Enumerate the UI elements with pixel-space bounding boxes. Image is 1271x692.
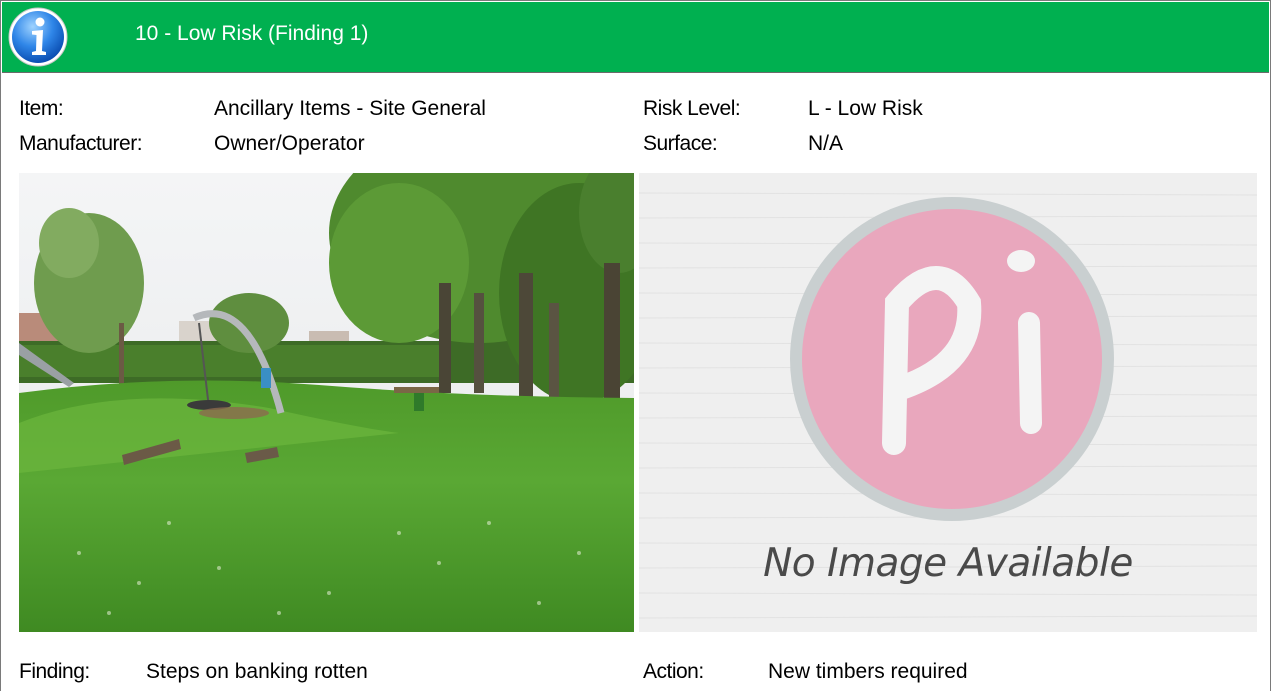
- surface-label: Surface:: [643, 132, 718, 155]
- item-value: Ancillary Items - Site General: [214, 97, 486, 120]
- finding-title: 10 - Low Risk (Finding 1): [135, 22, 369, 45]
- info-icon: [8, 7, 68, 67]
- risk-level-value: L - Low Risk: [808, 97, 923, 120]
- manufacturer-value: Owner/Operator: [214, 132, 365, 155]
- pi-logo-icon: [790, 197, 1114, 521]
- finding-header: 10 - Low Risk (Finding 1): [2, 2, 1269, 73]
- no-image-placeholder: No Image Available: [639, 173, 1257, 632]
- finding-value: Steps on banking rotten: [146, 660, 368, 683]
- no-image-text: No Image Available: [763, 541, 1133, 586]
- playground-photo: [19, 173, 634, 632]
- action-label: Action:: [643, 660, 704, 683]
- item-label: Item:: [19, 97, 64, 120]
- finding-label: Finding:: [19, 660, 90, 683]
- risk-level-label: Risk Level:: [643, 97, 741, 120]
- surface-value: N/A: [808, 132, 844, 155]
- action-value: New timbers required: [768, 660, 968, 683]
- manufacturer-label: Manufacturer:: [19, 132, 143, 155]
